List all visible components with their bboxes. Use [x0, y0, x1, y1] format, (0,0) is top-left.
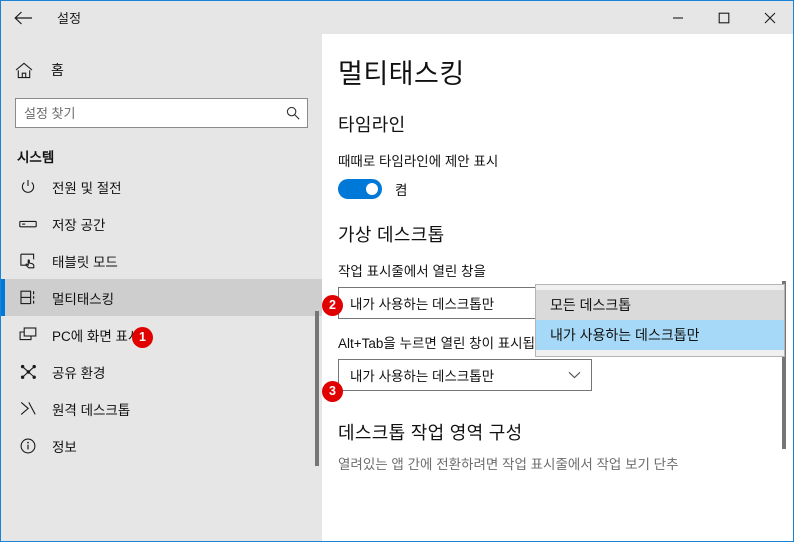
window-title: 설정 [57, 11, 82, 26]
snap-heading: 데스크톱 작업 영역 구성 [338, 423, 523, 443]
sidebar-item-power-sleep[interactable]: 전원 및 절전 [1, 168, 322, 205]
annotation-badge-3: 3 [322, 381, 343, 402]
timeline-toggle[interactable] [338, 179, 382, 199]
search-icon[interactable] [286, 106, 300, 120]
combobox-value: 내가 사용하는 데스크톱만 [350, 369, 495, 384]
search-box[interactable] [15, 98, 308, 128]
toggle-knob [366, 183, 378, 195]
sidebar: 홈 시스템 전원 및 절전 [1, 34, 322, 541]
timeline-toggle-row: 켬 [322, 170, 793, 199]
sidebar-item-label: PC에 화면 표시 [52, 328, 141, 344]
annotation-badge-2: 2 [322, 295, 343, 316]
taskbar-windows-dropdown[interactable]: 모든 데스크톱 내가 사용하는 데스크톱만 [535, 284, 785, 357]
sidebar-item-label: 공유 환경 [52, 365, 106, 381]
sidebar-item-label: 전원 및 절전 [52, 180, 122, 196]
sidebar-item-label: 원격 데스크톱 [52, 402, 131, 418]
sidebar-item-shared-experiences[interactable]: 공유 환경 [1, 353, 322, 390]
sidebar-item-label: 태블릿 모드 [52, 254, 118, 270]
combobox-value: 내가 사용하는 데스크톱만 [350, 297, 495, 312]
sidebar-item-about[interactable]: 정보 [1, 427, 322, 464]
timeline-heading: 타임라인 [338, 115, 406, 135]
sidebar-home-label: 홈 [51, 62, 64, 78]
snap-description: 열려있는 앱 간에 전환하려면 작업 표시줄에서 작업 보기 단추 [338, 457, 679, 472]
info-icon [17, 438, 39, 454]
virtual-desktop-heading: 가상 데스크톱 [338, 225, 445, 245]
dropdown-option-only-my-desktop[interactable]: 내가 사용하는 데스크톱만 [536, 320, 784, 350]
sidebar-section-title: 시스템 [17, 150, 55, 165]
dropdown-option-all-desktops[interactable]: 모든 데스크톱 [536, 290, 784, 320]
remote-desktop-icon [17, 401, 39, 416]
alt-tab-combobox[interactable]: 내가 사용하는 데스크톱만 [338, 359, 592, 391]
home-icon [15, 62, 39, 79]
tablet-mode-icon [17, 253, 39, 269]
window-controls [655, 1, 793, 34]
shared-experiences-icon [17, 364, 39, 380]
sidebar-item-projecting[interactable]: PC에 화면 표시 [1, 316, 322, 353]
maximize-button[interactable] [701, 1, 747, 34]
chevron-down-icon [568, 371, 581, 379]
sidebar-nav-list: 전원 및 절전 저장 공간 태블릿 모드 멀티태스킹 PC에 화면 표시 공유 … [1, 168, 322, 464]
sidebar-item-label: 정보 [52, 439, 77, 455]
sidebar-scrollbar[interactable] [315, 311, 319, 466]
settings-window: 설정 홈 설정 찾기 시스템 전원 및 절전 저장 공간 태블릿 모드 멀티태스… [0, 0, 794, 542]
sidebar-item-label: 멀티태스킹 [52, 291, 115, 307]
title-bar: 설정 [1, 1, 793, 34]
sidebar-item-tablet-mode[interactable]: 태블릿 모드 [1, 242, 322, 279]
sidebar-item-label: 저장 공간 [52, 217, 106, 233]
multitasking-icon [17, 290, 39, 305]
sidebar-item-remote-desktop[interactable]: 원격 데스크톱 [1, 390, 322, 427]
timeline-toggle-state: 켬 [395, 183, 408, 198]
taskbar-windows-label: 작업 표시줄에서 열린 창을 [338, 264, 486, 279]
annotation-badge-1: 1 [132, 327, 153, 348]
search-input[interactable] [16, 99, 307, 127]
close-button[interactable] [747, 1, 793, 34]
sidebar-item-storage[interactable]: 저장 공간 [1, 205, 322, 242]
minimize-button[interactable] [655, 1, 701, 34]
page-title: 멀티태스킹 [338, 59, 465, 89]
projecting-icon [17, 327, 39, 342]
timeline-setting-label: 때때로 타임라인에 제안 표시 [338, 154, 499, 169]
sidebar-item-multitasking[interactable]: 멀티태스킹 [1, 279, 322, 316]
storage-icon [17, 218, 39, 230]
back-button[interactable] [1, 1, 45, 34]
sidebar-item-home[interactable]: 홈 [1, 53, 322, 87]
power-icon [17, 179, 39, 195]
